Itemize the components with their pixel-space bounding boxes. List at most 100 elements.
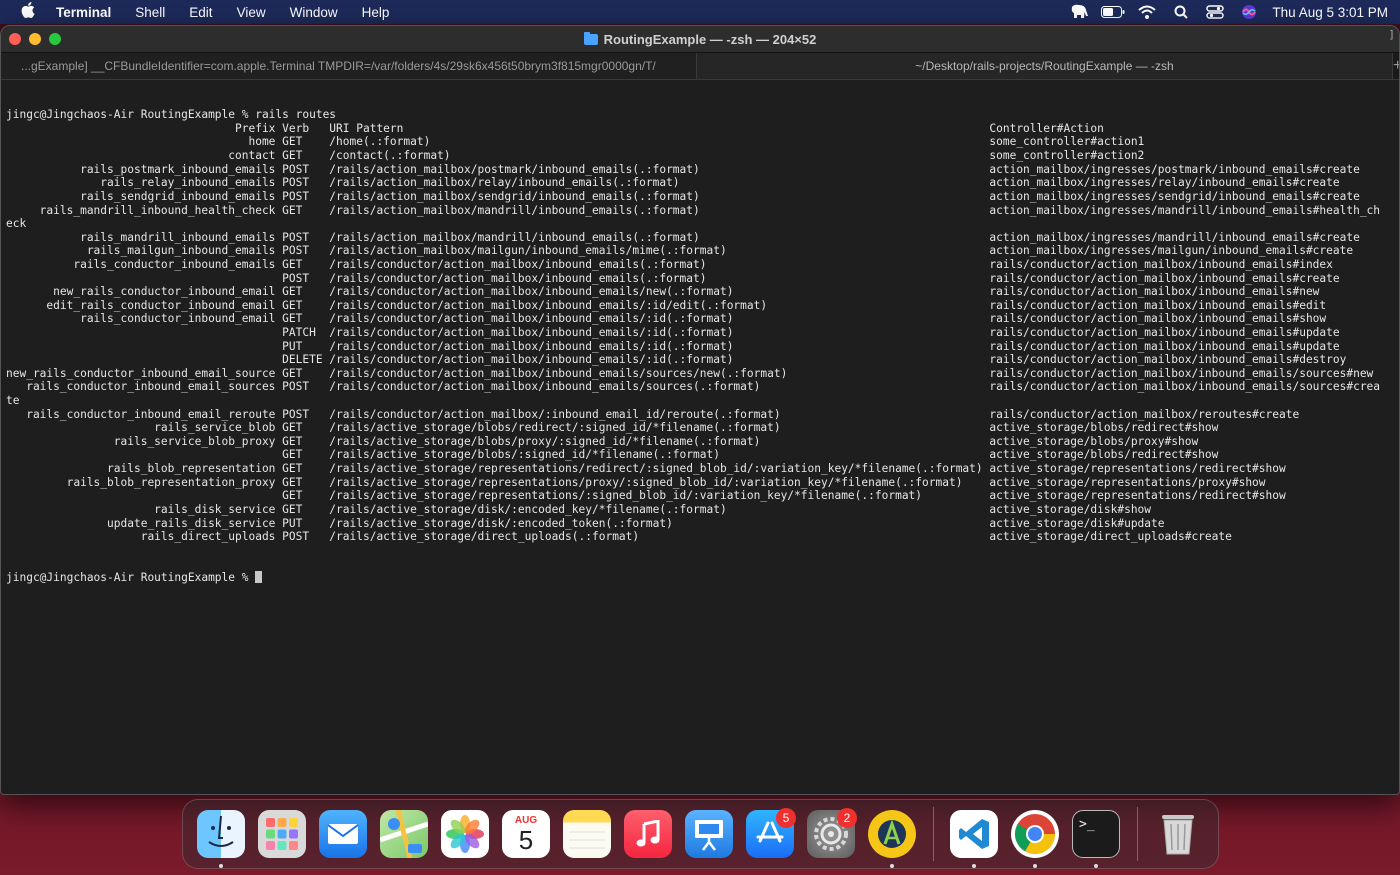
elephant-icon[interactable] [1062, 4, 1096, 20]
scrollbar-indicator[interactable]: ] [1388, 28, 1395, 41]
terminal-line: rails_mandrill_inbound_emails POST /rail… [6, 230, 1360, 244]
battery-icon[interactable] [1096, 6, 1130, 18]
dock-notes[interactable] [559, 806, 615, 862]
dock-android-studio[interactable] [864, 806, 920, 868]
vscode-icon [950, 810, 998, 858]
dock-system-preferences[interactable]: 2 [803, 806, 859, 862]
terminal-line: rails_sendgrid_inbound_emails POST /rail… [6, 189, 1360, 203]
new-tab-button[interactable]: + [1393, 53, 1399, 79]
terminal-line: rails_blob_representation GET /rails/act… [6, 462, 1286, 476]
siri-icon[interactable] [1232, 4, 1266, 20]
menu-view[interactable]: View [225, 5, 278, 20]
zoom-button[interactable] [49, 33, 61, 45]
terminal-line: update_rails_disk_service PUT /rails/act… [6, 516, 1165, 530]
calendar-day: 5 [518, 825, 534, 855]
menubar-clock[interactable]: Thu Aug 5 3:01 PM [1266, 5, 1388, 20]
running-indicator [890, 864, 894, 868]
dock-keynote[interactable] [681, 806, 737, 862]
trash-icon [1154, 810, 1202, 858]
menu-app-name[interactable]: Terminal [56, 5, 123, 20]
terminal-line: rails_mandrill_inbound_health_check GET … [6, 203, 1381, 217]
terminal-line: rails_conductor_inbound_email GET /rails… [6, 312, 1327, 326]
apple-menu-icon[interactable] [0, 1, 56, 23]
calendar-icon: AUG 5 [502, 810, 550, 858]
shell-prompt: jingc@Jingchaos-Air RoutingExample % [6, 571, 256, 584]
maps-icon [380, 810, 428, 858]
dock-maps[interactable] [376, 806, 432, 862]
prompt-line: jingc@Jingchaos-Air RoutingExample % [6, 571, 1394, 585]
menu-bar: Terminal Shell Edit View Window Help Thu… [0, 0, 1400, 24]
terminal-line: rails_direct_uploads POST /rails/active_… [6, 530, 1232, 544]
tab-label: ~/Desktop/rails-projects/RoutingExample … [915, 59, 1174, 73]
terminal-line: new_rails_conductor_inbound_email_source… [6, 366, 1374, 380]
terminal-line: rails_disk_service GET /rails/active_sto… [6, 502, 1152, 516]
tab-label: ...gExample] __CFBundleIdentifier=com.ap… [21, 59, 656, 73]
dock-app-store[interactable]: 5 [742, 806, 798, 862]
keynote-icon [685, 810, 733, 858]
terminal-line: PUT /rails/conductor/action_mailbox/inbo… [6, 339, 1340, 353]
terminal-line: home GET /home(.:format) some_controller… [6, 135, 1145, 149]
terminal-line: rails_conductor_inbound_email_sources PO… [6, 380, 1381, 394]
notification-badge: 2 [837, 808, 857, 828]
menu-help[interactable]: Help [350, 5, 402, 20]
dock-music[interactable] [620, 806, 676, 862]
spotlight-search-icon[interactable] [1164, 5, 1198, 19]
menu-edit[interactable]: Edit [177, 5, 224, 20]
mail-icon [319, 810, 367, 858]
terminal-line: DELETE /rails/conductor/action_mailbox/i… [6, 353, 1347, 367]
terminal-glyph: >_ [1079, 817, 1095, 832]
dock-photos[interactable] [437, 806, 493, 862]
dock-launchpad[interactable] [254, 806, 310, 862]
terminal-line: rails_conductor_inbound_emails GET /rail… [6, 257, 1333, 271]
terminal-output[interactable]: jingc@Jingchaos-Air RoutingExample % rai… [1, 81, 1399, 794]
terminal-line: rails_postmark_inbound_emails POST /rail… [6, 162, 1360, 176]
wifi-icon[interactable] [1130, 5, 1164, 19]
menu-shell[interactable]: Shell [123, 5, 177, 20]
dock-finder[interactable] [193, 806, 249, 868]
dock: AUG 5 5 2 >_ [182, 799, 1219, 869]
text-cursor [255, 571, 263, 583]
close-button[interactable] [9, 33, 21, 45]
window-titlebar[interactable]: RoutingExample — -zsh — 204×52 [1, 26, 1399, 52]
terminal-line: rails_relay_inbound_emails POST /rails/a… [6, 176, 1340, 190]
chrome-icon [1011, 810, 1059, 858]
terminal-line: eck [6, 217, 27, 231]
terminal-lines: jingc@Jingchaos-Air RoutingExample % rai… [6, 108, 1394, 544]
dock-terminal[interactable]: >_ [1068, 806, 1124, 868]
dock-separator [933, 807, 934, 861]
folder-icon [583, 31, 598, 45]
dock-mail[interactable] [315, 806, 371, 862]
tab-bar: ...gExample] __CFBundleIdentifier=com.ap… [1, 52, 1399, 80]
terminal-line: rails_mailgun_inbound_emails POST /rails… [6, 244, 1354, 258]
terminal-line: jingc@Jingchaos-Air RoutingExample % rai… [6, 108, 337, 122]
dock-trash[interactable] [1150, 806, 1206, 862]
android-studio-icon [868, 810, 916, 858]
dock-calendar[interactable]: AUG 5 [498, 806, 554, 862]
terminal-icon: >_ [1072, 810, 1120, 858]
traffic-lights [9, 33, 61, 45]
terminal-line: edit_rails_conductor_inbound_email GET /… [6, 298, 1327, 312]
minimize-button[interactable] [29, 33, 41, 45]
terminal-line: GET /rails/active_storage/representation… [6, 489, 1286, 503]
tab-routing-example[interactable]: ~/Desktop/rails-projects/RoutingExample … [697, 53, 1393, 79]
running-indicator [972, 864, 976, 868]
running-indicator [1033, 864, 1037, 868]
dock-separator [1137, 807, 1138, 861]
terminal-line: POST /rails/conductor/action_mailbox/inb… [6, 271, 1340, 285]
running-indicator [1094, 864, 1098, 868]
notes-icon [563, 810, 611, 858]
running-indicator [219, 864, 223, 868]
terminal-line: rails_conductor_inbound_email_reroute PO… [6, 407, 1300, 421]
menu-window[interactable]: Window [278, 5, 350, 20]
terminal-line: PATCH /rails/conductor/action_mailbox/in… [6, 326, 1340, 339]
notification-badge: 5 [776, 808, 796, 828]
dock-vscode[interactable] [946, 806, 1002, 868]
tab-background-process[interactable]: ...gExample] __CFBundleIdentifier=com.ap… [1, 53, 697, 79]
finder-icon [197, 810, 245, 858]
window-title: RoutingExample — -zsh — 204×52 [603, 31, 817, 47]
terminal-line: contact GET /contact(.:format) some_cont… [6, 149, 1145, 163]
dock-chrome[interactable] [1007, 806, 1063, 868]
terminal-line: rails_service_blob_proxy GET /rails/acti… [6, 434, 1199, 448]
control-center-icon[interactable] [1198, 5, 1232, 19]
terminal-window: RoutingExample — -zsh — 204×52 ...gExamp… [0, 25, 1400, 795]
